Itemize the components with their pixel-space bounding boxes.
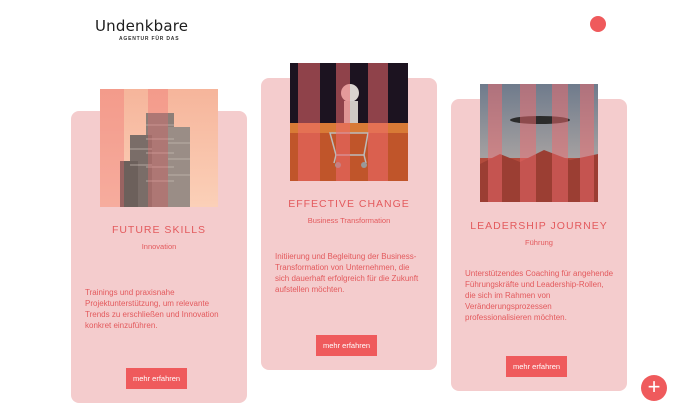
plus-icon[interactable]: + — [641, 375, 667, 401]
logo-wordmark: Undenkbare — [95, 17, 189, 35]
towers-image — [100, 89, 218, 207]
card-title: FUTURE SKILLS — [111, 224, 207, 236]
brand-logo[interactable]: Undenkbare AGENTUR FÜR DAS — [95, 18, 195, 44]
desert-ufo-image — [480, 84, 598, 202]
card-subtitle: Innovation — [141, 242, 177, 251]
mehr-erfahren-button[interactable]: mehr erfahren — [126, 368, 188, 389]
card-effective-change: EFFECTIVE CHANGE Business Transformation… — [261, 63, 437, 370]
logo-tagline: AGENTUR FÜR DAS — [119, 36, 180, 42]
mehr-erfahren-button[interactable]: mehr erfahren — [316, 335, 378, 356]
card-description: Unterstützendes Coaching für angehende F… — [465, 269, 614, 322]
card-description: Initiierung und Begleitung der Business-… — [275, 252, 419, 294]
card-subtitle: Führung — [525, 238, 553, 247]
circle-menu-icon[interactable] — [590, 16, 606, 32]
card-title: LEADERSHIP JOURNEY — [470, 220, 608, 232]
astronaut-cart-image — [290, 63, 408, 181]
card-title: EFFECTIVE CHANGE — [288, 198, 410, 210]
card-future-skills: FUTURE SKILLS Innovation Trainings und p… — [71, 89, 247, 403]
card-leadership-journey: LEADERSHIP JOURNEY Führung Unterstützend… — [451, 84, 627, 391]
card-description: Trainings und praxisnahe Projektunterstü… — [85, 288, 219, 330]
card-subtitle: Business Transformation — [307, 216, 391, 225]
mehr-erfahren-button[interactable]: mehr erfahren — [506, 356, 568, 377]
